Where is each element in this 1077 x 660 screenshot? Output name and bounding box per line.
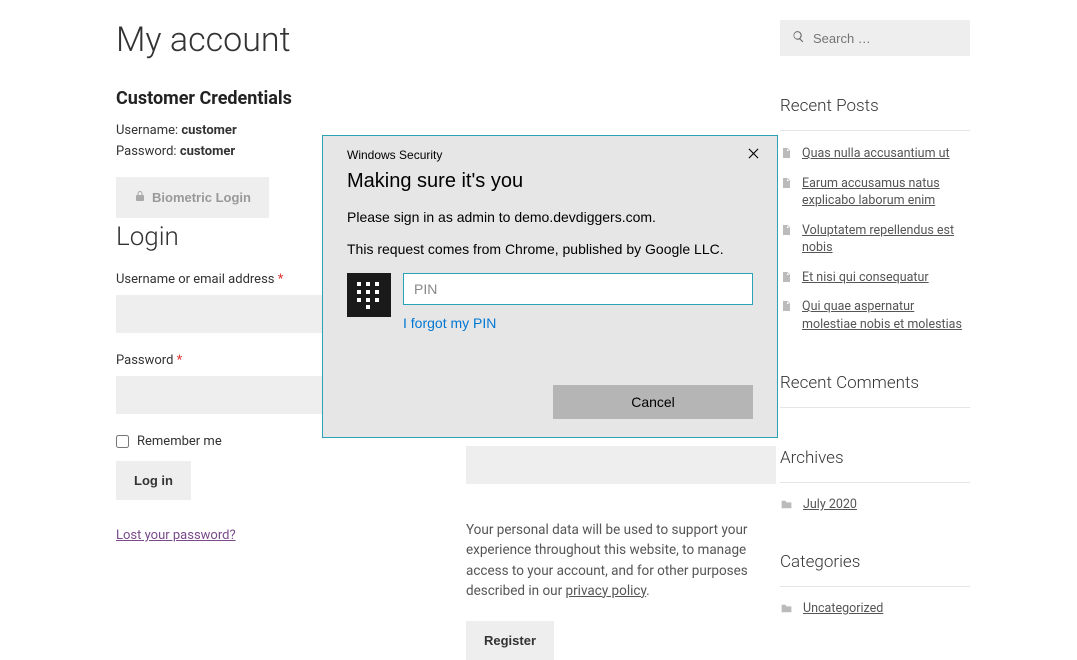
post-link[interactable]: Et nisi qui consequatur (802, 269, 929, 287)
dialog-window-title: Windows Security (347, 148, 442, 162)
categories-heading: Categories (780, 552, 970, 572)
dialog-title: Making sure it's you (347, 170, 753, 193)
register-input[interactable] (466, 446, 776, 484)
list-item: Voluptatem repellendus est nobis (780, 222, 970, 257)
forgot-pin-link[interactable]: I forgot my PIN (403, 315, 496, 331)
categories-widget: Categories Uncategorized (780, 552, 970, 616)
biometric-label: Biometric Login (152, 190, 251, 205)
divider (780, 130, 970, 131)
list-item: July 2020 (780, 497, 970, 512)
divider (780, 407, 970, 408)
list-item: Et nisi qui consequatur (780, 269, 970, 287)
register-button[interactable]: Register (466, 621, 554, 660)
post-link[interactable]: Qui quae aspernatur molestiae nobis et m… (802, 298, 970, 333)
document-icon (780, 146, 792, 160)
required-asterisk: * (177, 353, 183, 368)
archives-widget: Archives July 2020 (780, 448, 970, 512)
post-link[interactable]: Quas nulla accusantium ut (802, 145, 950, 163)
cancel-button[interactable]: Cancel (553, 385, 753, 419)
list-item: Earum accusamus natus explicabo laborum … (780, 175, 970, 210)
recent-posts-widget: Recent Posts Quas nulla accusantium ut E… (780, 96, 970, 333)
post-link[interactable]: Earum accusamus natus explicabo laborum … (802, 175, 970, 210)
dialog-message-1: Please sign in as admin to demo.devdigge… (347, 209, 753, 225)
close-button[interactable] (744, 144, 763, 166)
password-label: Password: (116, 144, 177, 159)
dialog-message-2: This request comes from Chrome, publishe… (347, 241, 753, 257)
folder-icon (780, 498, 793, 511)
archive-link[interactable]: July 2020 (803, 497, 857, 512)
username-label: Username: (116, 123, 178, 138)
login-button[interactable]: Log in (116, 461, 191, 500)
divider (780, 586, 970, 587)
recent-comments-heading: Recent Comments (780, 373, 970, 393)
document-icon (780, 299, 792, 313)
search-icon (792, 30, 813, 47)
category-link[interactable]: Uncategorized (803, 601, 883, 616)
archives-heading: Archives (780, 448, 970, 468)
privacy-policy-link[interactable]: privacy policy (566, 583, 647, 599)
post-link[interactable]: Voluptatem repellendus est nobis (802, 222, 970, 257)
recent-posts-heading: Recent Posts (780, 96, 970, 116)
list-item: Uncategorized (780, 601, 970, 616)
lost-password-link[interactable]: Lost your password? (116, 528, 236, 543)
remember-checkbox[interactable] (116, 435, 129, 448)
page-title: My account (116, 20, 776, 60)
password-value: customer (180, 144, 235, 159)
remember-label: Remember me (137, 434, 222, 449)
username-value: customer (181, 123, 236, 138)
recent-comments-widget: Recent Comments (780, 373, 970, 408)
close-icon (748, 148, 759, 162)
pin-input[interactable] (403, 273, 753, 305)
document-icon (780, 270, 792, 284)
document-icon (780, 223, 792, 237)
search-box[interactable] (780, 20, 970, 56)
windows-security-dialog: Windows Security Making sure it's you Pl… (322, 135, 778, 438)
list-item: Quas nulla accusantium ut (780, 145, 970, 163)
search-input[interactable] (813, 31, 958, 46)
divider (780, 482, 970, 483)
pin-pad-icon (347, 273, 391, 317)
lock-icon (134, 189, 146, 206)
required-asterisk: * (278, 272, 284, 287)
list-item: Qui quae aspernatur molestiae nobis et m… (780, 298, 970, 333)
document-icon (780, 176, 792, 190)
privacy-note: Your personal data will be used to suppo… (466, 520, 776, 601)
folder-icon (780, 602, 793, 615)
biometric-login-button[interactable]: Biometric Login (116, 177, 269, 218)
credentials-heading: Customer Credentials (116, 88, 776, 109)
